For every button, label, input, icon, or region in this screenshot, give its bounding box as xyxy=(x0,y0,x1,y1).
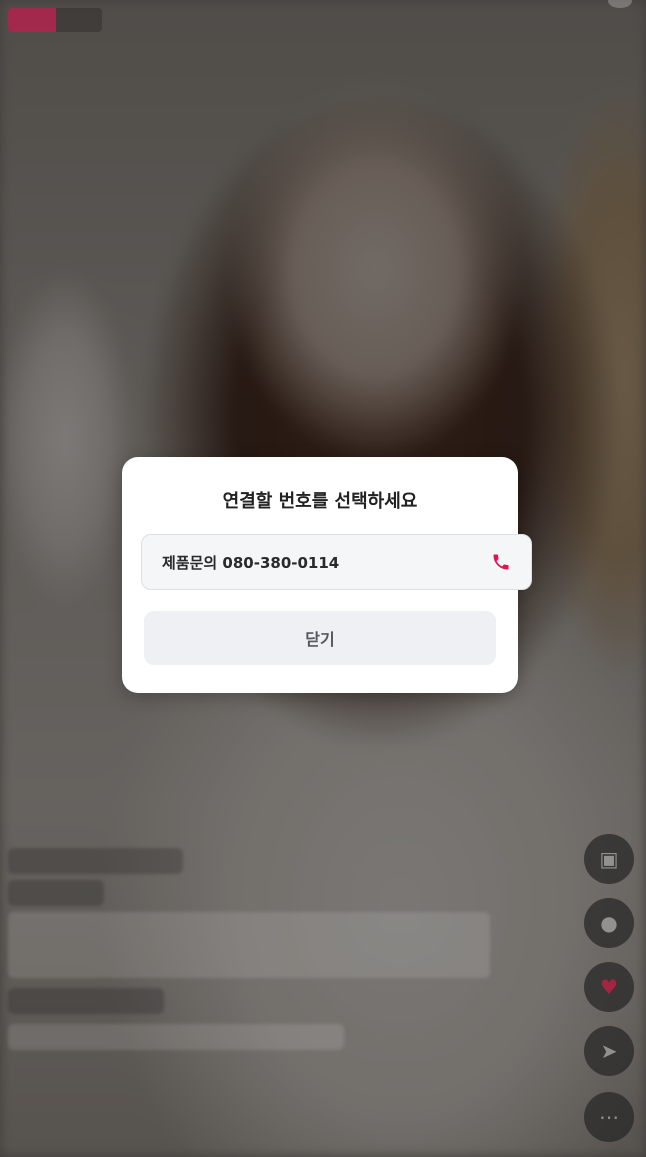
phone-option-label: 제품문의 080-380-0114 xyxy=(162,553,340,572)
phone-select-dialog: 연결할 번호를 선택하세요 제품문의 080-380-0114 닫기 xyxy=(122,457,532,693)
chat-message xyxy=(8,1024,344,1050)
chat-list: ​ xyxy=(8,848,498,1060)
dialog-title: 연결할 번호를 선택하세요 xyxy=(222,491,418,512)
phone-icon xyxy=(490,551,512,573)
more-icon[interactable]: ⋯ xyxy=(584,1092,634,1142)
phone-option-product-inquiry[interactable]: 제품문의 080-380-0114 xyxy=(141,534,532,590)
comment-icon[interactable]: ● xyxy=(584,898,634,948)
close-button[interactable]: 닫기 xyxy=(144,611,496,665)
live-badge xyxy=(8,8,56,32)
chat-message xyxy=(8,912,490,978)
viewer-count-badge xyxy=(56,8,102,32)
chat-icon[interactable]: ▣ xyxy=(584,834,634,884)
live-stream-screen: ​ ▣ ● ♥ ➤ ⋯ 연결할 번호를 선택하세요 제품문의 080-380-0… xyxy=(0,0,646,1157)
chat-notice xyxy=(8,880,105,906)
heart-icon[interactable]: ♥ xyxy=(584,962,634,1012)
chat-notice xyxy=(8,988,164,1014)
share-icon[interactable]: ➤ xyxy=(584,1026,634,1076)
chat-message: ​ xyxy=(8,848,183,874)
